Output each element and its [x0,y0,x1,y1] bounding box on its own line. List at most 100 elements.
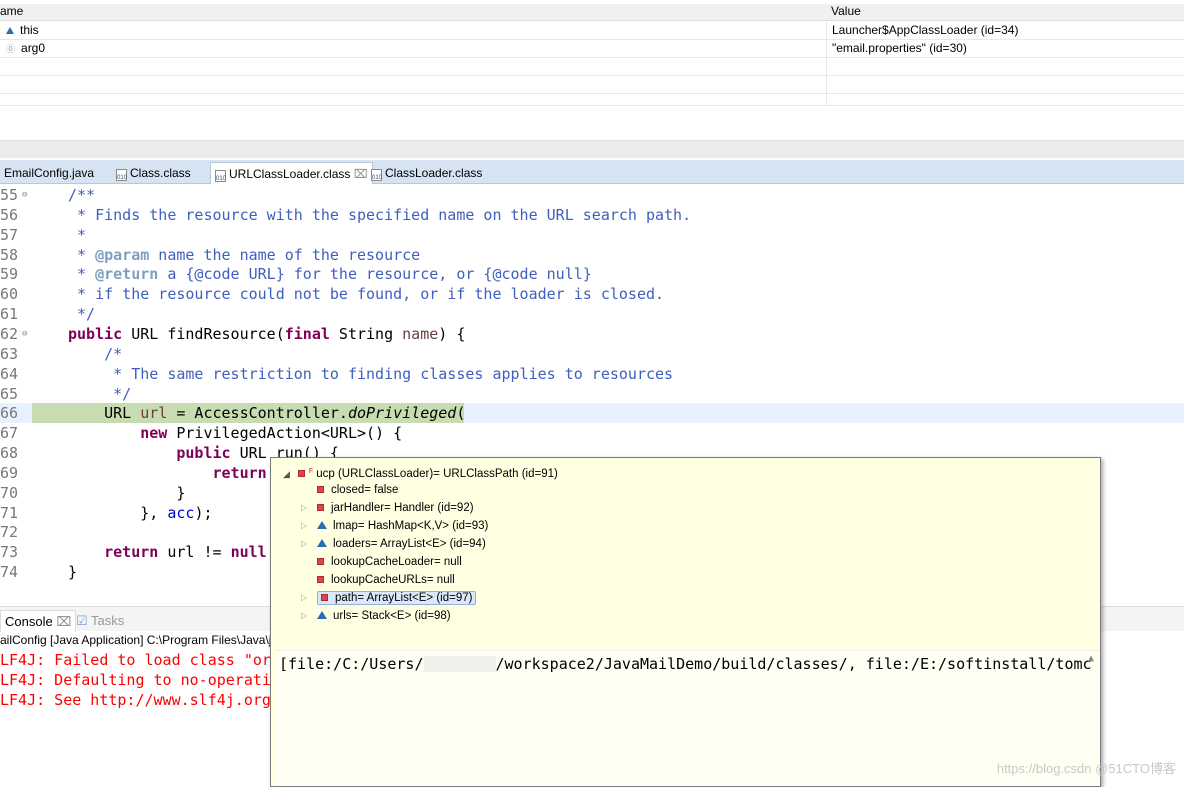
inspect-popup[interactable]: ◢ Fucp (URLClassLoader)= URLClassPath (id… [270,457,1101,787]
collapsed-arrow-icon[interactable]: ▷ [301,535,307,553]
code-token: return [212,463,267,482]
tab-label: ClassLoader.class [385,166,483,180]
code-line[interactable]: 56 * Finds the resource with the specifi… [0,205,1184,225]
line-number: 72 [0,523,19,542]
code-token: name the name of the resource [149,245,421,264]
code-token: */ [68,305,96,324]
code-line[interactable]: 67 new PrivilegedAction<URL>() { [0,423,1184,443]
close-icon[interactable]: ⌧ [354,167,368,181]
code-line[interactable]: 65 */ [0,384,1184,404]
code-token: ); [194,503,213,522]
code-token: * [68,265,96,284]
private-field-icon [317,576,324,583]
empty-row [0,94,1184,106]
detail-pane[interactable]: [file:/C:/Users/ /workspace2/JavaMailDemo… [275,650,1100,786]
editor-tab-bar: EmailConfig.java 010 Class.class 010 URLCl… [0,160,1184,184]
variables-view: ame Value this Launcher$AppClassLoader (… [0,0,1184,106]
code-token: doPrivileged [347,404,457,423]
variables-header: ame Value [0,4,1184,21]
tree-label: lookupCacheURLs= null [331,574,455,586]
tree-node[interactable]: ▷ path= ArrayList<E> (id=97) [301,589,477,607]
code-token: URL findResource( [122,324,285,343]
code-token: name [402,324,439,343]
tree-label: jarHandler= Handler (id=92) [331,502,474,514]
name-column-header[interactable]: ame [0,4,23,18]
code-line[interactable]: 61 */ [0,304,1184,324]
code-line[interactable]: 64 * The same restriction to finding cla… [0,364,1184,384]
field-icon [297,470,305,477]
tab-tasks[interactable]: ☑ Tasks [72,610,128,632]
code-token: } [68,563,78,582]
scroll-up-arrow-icon[interactable]: ▲ [1088,653,1094,664]
value-column-header[interactable]: Value [826,4,861,20]
default-field-icon [317,611,327,619]
tree-node[interactable]: ▷ lmap= HashMap<K,V> (id=93) [301,517,488,535]
code-token: @return [95,265,159,284]
tree-label: loaders= ArrayList<E> (id=94) [333,538,486,550]
code-token: null [230,543,267,562]
line-number: 62 [0,324,19,343]
code-line[interactable]: 60 * if the resource could not be found,… [0,284,1184,304]
default-field-icon [317,521,327,529]
private-field-icon [317,558,324,565]
variable-row-this[interactable]: this Launcher$AppClassLoader (id=34) [0,22,1184,40]
code-token: String [329,324,403,343]
tree-node[interactable]: lookupCacheURLs= null [301,571,455,589]
code-line[interactable]: 55 ⊖ /** [0,185,1184,205]
variable-name: this [20,23,39,37]
tree-label: closed= false [331,484,399,496]
tab-urlclassloader-class[interactable]: 010 URLClassLoader.class ⌧ [210,162,373,184]
local-var-icon: ⓪ [6,44,16,54]
collapsed-arrow-icon[interactable]: ▷ [301,589,307,607]
line-number: 66 [0,404,19,423]
collapsed-arrow-icon[interactable]: ▷ [301,517,307,535]
tab-classloader-class[interactable]: 010 ClassLoader.class [367,162,486,184]
tab-label: Console [5,614,53,629]
line-number: 70 [0,483,19,502]
line-number: 65 [0,384,19,403]
code-line[interactable]: 66 URL url = AccessController.doPrivileg… [0,403,1184,424]
tab-label: URLClassLoader.class [229,167,351,181]
tree-root-ucp[interactable]: ◢ Fucp (URLClassLoader)= URLClassPath (id… [283,463,558,481]
tree-node[interactable]: closed= false [301,481,398,499]
class-file-icon: 010 [215,170,226,182]
code-token: * if the resource could not be found, or… [68,285,665,304]
fold-icon[interactable]: ⊖ [22,324,27,344]
line-number: 59 [0,265,19,284]
close-icon[interactable]: ⌧ [56,614,71,629]
code-line[interactable]: 58 * @param name the name of the resourc… [0,245,1184,265]
code-token: }, [68,503,168,522]
tab-emailconfig-java[interactable]: EmailConfig.java [0,162,98,184]
line-number: 67 [0,424,19,443]
code-line[interactable]: 59 * @return a {@code URL} for the resou… [0,264,1184,284]
private-field-icon [321,594,328,601]
collapsed-arrow-icon[interactable]: ▷ [301,607,307,625]
tree-node[interactable]: lookupCacheLoader= null [301,553,462,571]
tab-class-class[interactable]: 010 Class.class [112,162,195,184]
private-field-icon [317,486,324,493]
line-number: 64 [0,364,19,383]
view-separator [0,140,1184,158]
collapsed-arrow-icon[interactable]: ▷ [301,499,307,517]
code-line[interactable]: 57 * [0,225,1184,245]
tree-node[interactable]: ▷ loaders= ArrayList<E> (id=94) [301,535,486,553]
watermark: https://blog.csdn @51CTO博客 [996,761,1176,776]
variable-row-arg0[interactable]: ⓪ arg0 "email.properties" (id=30) [0,40,1184,58]
tree-node[interactable]: ▷ jarHandler= Handler (id=92) [301,499,474,517]
default-field-icon [317,539,327,547]
expanded-arrow-icon[interactable]: ◢ [283,469,290,479]
tab-console[interactable]: Console ⌧ [0,610,77,632]
empty-row [0,58,1184,76]
code-token: URL [68,404,141,423]
fold-icon[interactable]: ⊖ [22,185,27,205]
code-token: new [140,424,168,443]
code-line[interactable]: 62 ⊖ public URL findResource(final String … [0,324,1184,344]
tree-node[interactable]: ▷ urls= Stack<E> (id=98) [301,607,451,625]
code-token: return [104,543,159,562]
code-token: /** [68,186,96,204]
code-token: a {@code URL} for the resource, or {@cod… [158,265,592,284]
code-line[interactable]: 63 /* [0,344,1184,364]
